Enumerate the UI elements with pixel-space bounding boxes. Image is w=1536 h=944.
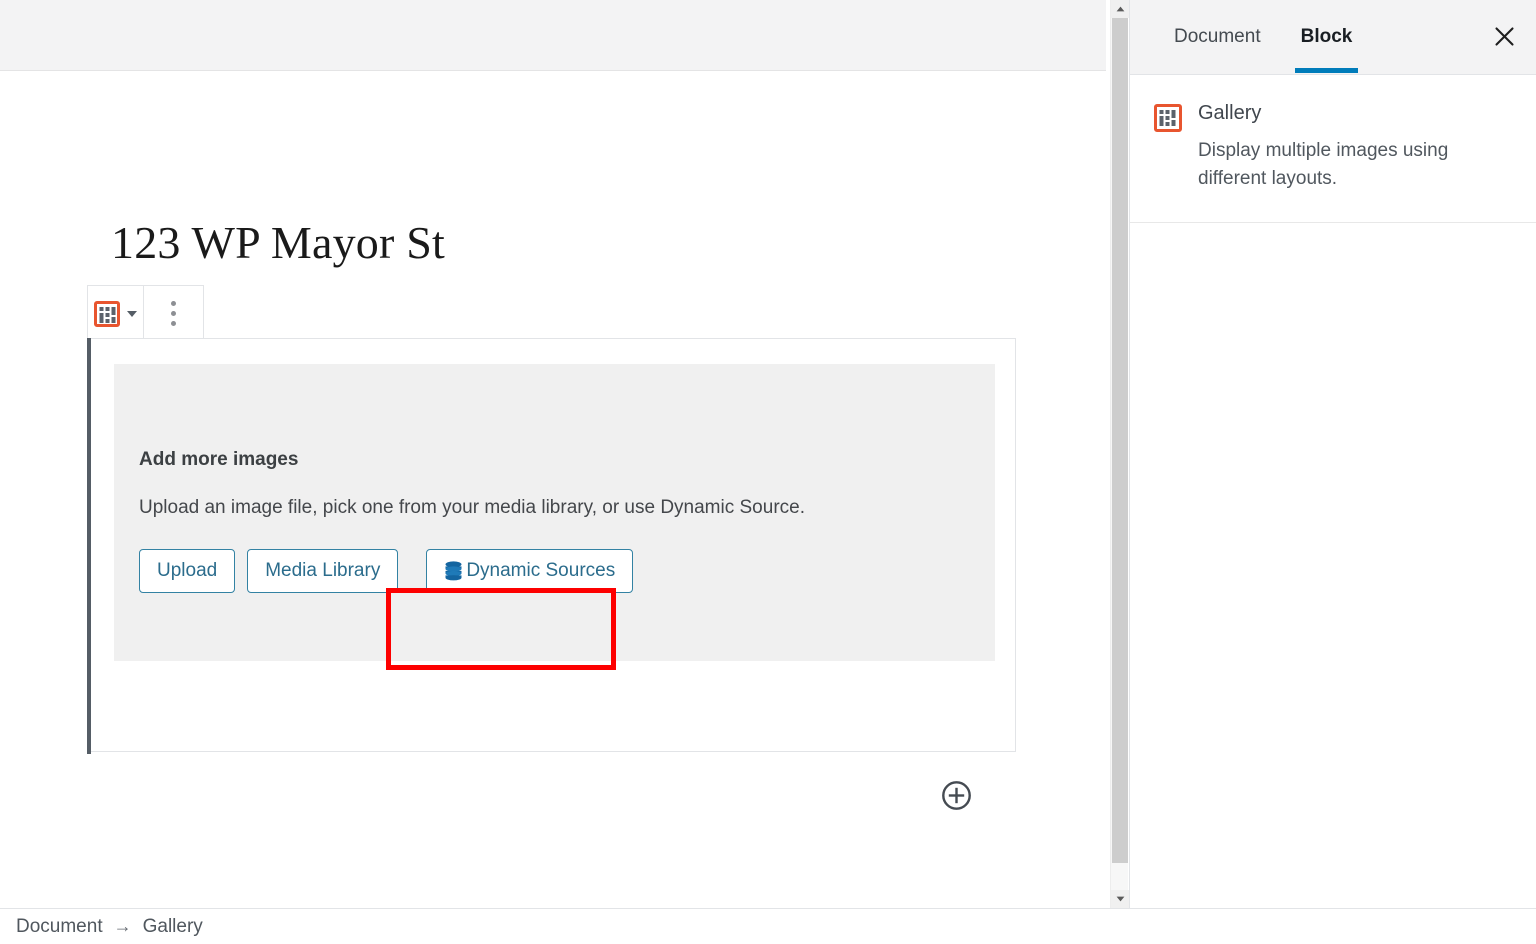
chevron-down-icon xyxy=(127,310,137,317)
post-title[interactable]: 123 WP Mayor St xyxy=(111,217,445,269)
block-info-text: Gallery Display multiple images using di… xyxy=(1198,101,1473,192)
kebab-menu-icon xyxy=(171,301,176,326)
settings-sidebar: Document Block Gallery Display multiple … xyxy=(1129,0,1536,908)
tab-document[interactable]: Document xyxy=(1154,0,1281,73)
scrollbar-down-button[interactable] xyxy=(1111,890,1129,908)
scrollbar-thumb[interactable] xyxy=(1112,18,1128,863)
block-icon-container xyxy=(1154,101,1182,192)
dynamic-sources-button[interactable]: Dynamic Sources xyxy=(426,549,634,593)
upload-button[interactable]: Upload xyxy=(139,549,236,593)
breadcrumb-bar: Document → Gallery xyxy=(0,908,1536,944)
breadcrumb-separator-icon: → xyxy=(113,916,132,936)
add-block-button[interactable] xyxy=(941,780,972,811)
plus-circle-icon xyxy=(942,781,971,810)
block-description: Display multiple images using different … xyxy=(1198,140,1449,189)
dynamic-sources-label: Dynamic Sources xyxy=(466,560,616,581)
block-title: Gallery xyxy=(1198,102,1262,124)
block-type-switcher-button[interactable] xyxy=(88,286,144,341)
wordpress-block-editor: 123 WP Mayor St Add more images Upload a… xyxy=(0,0,1536,944)
breadcrumb-gallery[interactable]: Gallery xyxy=(143,916,203,938)
editor-canvas[interactable]: 123 WP Mayor St Add more images Upload a… xyxy=(0,72,1106,908)
block-more-options-button[interactable] xyxy=(144,286,203,341)
breadcrumb-document[interactable]: Document xyxy=(16,916,103,938)
editor-top-bar xyxy=(0,0,1106,71)
chevron-down-icon xyxy=(1116,896,1124,902)
gallery-grid-icon xyxy=(94,300,120,327)
sidebar-tabs: Document Block xyxy=(1130,0,1372,73)
placeholder-actions: Upload Media Library Dynamic Sources xyxy=(139,549,634,593)
gallery-grid-icon xyxy=(1154,104,1182,132)
media-library-button[interactable]: Media Library xyxy=(247,549,399,593)
block-info-card: Gallery Display multiple images using di… xyxy=(1130,75,1536,224)
placeholder-description: Upload an image file, pick one from your… xyxy=(139,497,805,518)
block-selected-indicator xyxy=(87,338,91,754)
database-icon xyxy=(444,561,463,581)
editor-pane: 123 WP Mayor St Add more images Upload a… xyxy=(0,0,1106,908)
placeholder-title: Add more images xyxy=(139,449,299,470)
close-icon xyxy=(1494,26,1514,46)
block-toolbar xyxy=(87,285,204,342)
chevron-up-icon xyxy=(1116,6,1124,12)
close-sidebar-button[interactable] xyxy=(1482,14,1526,58)
editor-scrollbar[interactable] xyxy=(1110,0,1129,908)
tab-block[interactable]: Block xyxy=(1281,0,1373,73)
gallery-block[interactable]: Add more images Upload an image file, pi… xyxy=(87,338,1016,754)
sidebar-header: Document Block xyxy=(1130,0,1536,75)
gallery-placeholder: Add more images Upload an image file, pi… xyxy=(114,364,995,661)
scrollbar-up-button[interactable] xyxy=(1111,0,1129,18)
